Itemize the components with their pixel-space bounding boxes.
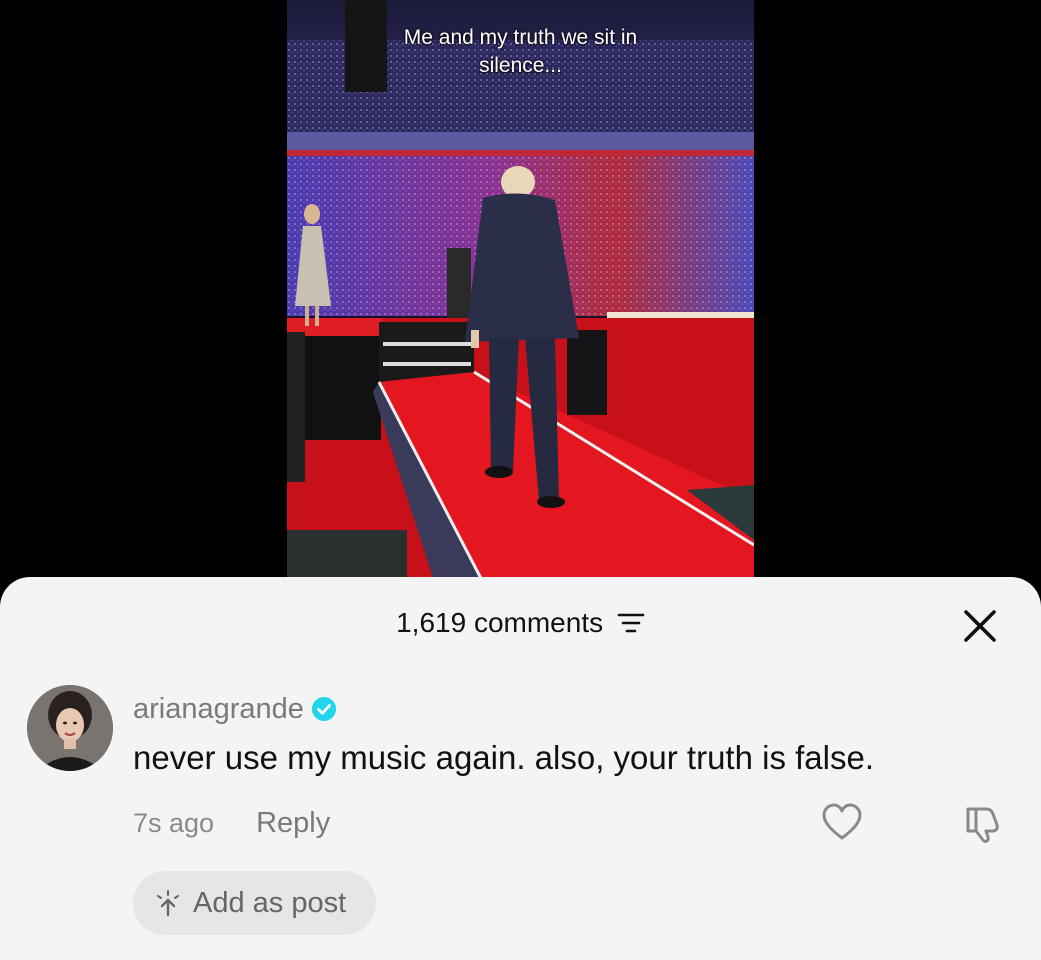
avatar[interactable] bbox=[27, 685, 113, 771]
comments-header: 1,619 comments bbox=[0, 577, 1041, 677]
reply-button[interactable]: Reply bbox=[256, 807, 330, 840]
comment-text: never use my music again. also, your tru… bbox=[133, 739, 874, 776]
username[interactable]: arianagrande bbox=[133, 693, 304, 726]
add-as-post-label: Add as post bbox=[193, 886, 347, 919]
video-caption: Me and my truth we sit in silence... bbox=[287, 24, 754, 80]
caption-line-1: Me and my truth we sit in bbox=[403, 26, 638, 49]
add-as-post-button[interactable]: Add as post bbox=[133, 871, 377, 935]
heart-outline-icon[interactable] bbox=[822, 803, 862, 843]
caption-line-2: silence... bbox=[479, 54, 562, 77]
comment-item: arianagrande never use my music again. a… bbox=[0, 685, 1041, 845]
comment-count-row[interactable]: 1,619 comments bbox=[0, 607, 1041, 639]
video-frame bbox=[287, 0, 754, 590]
video-player[interactable]: Me and my truth we sit in silence... bbox=[287, 0, 754, 590]
avatar-image bbox=[27, 685, 113, 771]
sparkle-arrow-icon bbox=[157, 890, 179, 916]
comment-meta: 7s ago Reply bbox=[133, 805, 330, 841]
thumbs-down-icon[interactable] bbox=[962, 803, 1004, 845]
comment-timestamp: 7s ago bbox=[133, 807, 215, 838]
filter-lines-icon[interactable] bbox=[617, 611, 645, 635]
verified-badge-icon bbox=[311, 697, 336, 721]
username-row: arianagrande bbox=[133, 691, 336, 727]
comments-sheet: 1,619 comments arianagrande never use my… bbox=[0, 577, 1041, 960]
comment-count: 1,619 comments bbox=[396, 607, 604, 638]
app-screen: Me and my truth we sit in silence... 1,6… bbox=[0, 0, 1041, 960]
close-x-icon[interactable] bbox=[963, 609, 997, 643]
